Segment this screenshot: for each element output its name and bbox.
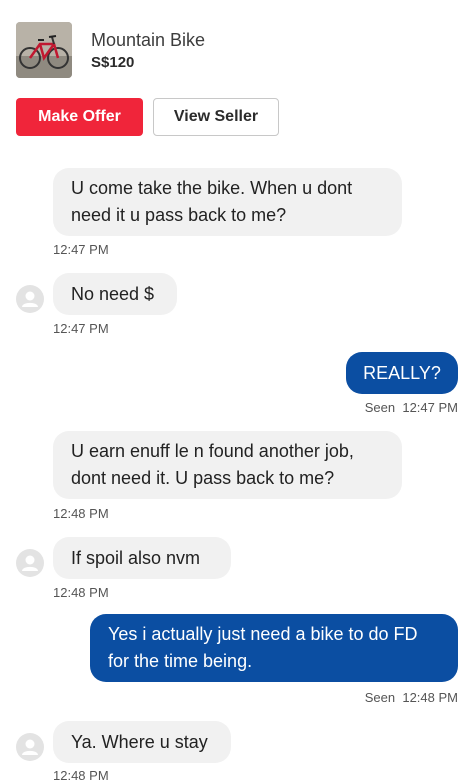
user-avatar-icon	[22, 291, 38, 307]
view-seller-button[interactable]: View Seller	[153, 98, 279, 136]
message-status: Seen 12:48 PM	[365, 690, 458, 705]
bicycle-icon	[16, 22, 72, 78]
listing-thumbnail[interactable]	[16, 22, 72, 78]
message-bubble-incoming[interactable]: U come take the bike. When u dont need i…	[53, 168, 402, 236]
message-text: U earn enuff le n found another job, don…	[71, 441, 354, 488]
message-bubble-outgoing[interactable]: REALLY?	[346, 352, 458, 394]
listing-title[interactable]: Mountain Bike	[91, 29, 205, 51]
listing-price: S$120	[91, 54, 135, 71]
message-text: Yes i actually just need a bike to do FD…	[108, 624, 418, 671]
avatar[interactable]	[16, 733, 44, 761]
message-timestamp: 12:47 PM	[53, 321, 109, 336]
user-avatar-icon	[22, 555, 38, 571]
message-status: Seen 12:47 PM	[365, 400, 458, 415]
message-bubble-incoming[interactable]: Ya. Where u stay	[53, 721, 231, 763]
message-text: No need $	[71, 283, 155, 304]
seen-label: Seen	[364, 400, 396, 415]
message-bubble-outgoing[interactable]: Yes i actually just need a bike to do FD…	[90, 614, 458, 682]
message-text: Ya. Where u stay	[71, 731, 208, 752]
message-bubble-incoming[interactable]: No need $	[53, 273, 177, 315]
message-text: If spoil also nvm	[71, 547, 201, 568]
message-text: U come take the bike. When u dont need i…	[71, 178, 353, 225]
avatar[interactable]	[16, 285, 44, 313]
message-timestamp: 12:48 PM	[53, 506, 109, 521]
make-offer-button[interactable]: Make Offer	[16, 98, 143, 136]
message-timestamp: 12:47 PM	[402, 400, 458, 415]
listing-header[interactable]: Mountain Bike S$120	[16, 22, 205, 78]
message-timestamp: 12:47 PM	[53, 242, 109, 257]
message-timestamp: 12:48 PM	[53, 768, 109, 783]
message-timestamp: 12:48 PM	[402, 690, 458, 705]
message-text: REALLY?	[363, 362, 441, 383]
user-avatar-icon	[22, 739, 38, 755]
message-bubble-incoming[interactable]: If spoil also nvm	[53, 537, 231, 579]
message-timestamp: 12:48 PM	[53, 585, 109, 600]
message-bubble-incoming[interactable]: U earn enuff le n found another job, don…	[53, 431, 402, 499]
seen-label: Seen	[364, 690, 396, 705]
avatar[interactable]	[16, 549, 44, 577]
